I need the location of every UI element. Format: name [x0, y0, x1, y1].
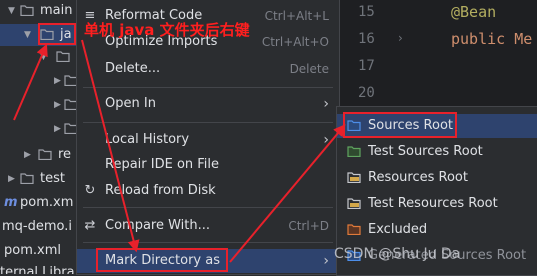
menu-separator — [83, 242, 333, 243]
menu-item-delete[interactable]: Delete... Delete — [77, 57, 339, 81]
highlight-box-java-folder — [38, 23, 76, 45]
fold-icon[interactable]: › — [398, 31, 403, 45]
chevron-right-icon: › — [323, 96, 329, 112]
tree-row-label: ternal Libra — [0, 265, 75, 274]
tree-row-label: main — [40, 3, 73, 18]
tree-row-pom[interactable]: pom.xml — [0, 240, 78, 262]
tree-row[interactable]: ▶ — [0, 118, 78, 140]
submenu-item-label: Test Sources Root — [368, 144, 483, 159]
folder-icon — [20, 5, 34, 16]
code-line: @Bean — [451, 3, 497, 21]
chevron-right-icon[interactable]: ▶ — [54, 70, 64, 92]
tree-row[interactable]: ▶ — [0, 94, 78, 116]
submenu-item-test-resources-root[interactable]: Test Resources Root — [337, 192, 537, 216]
tree-row-label: pom.xml — [4, 243, 61, 258]
menu-separator — [83, 207, 333, 208]
code-line: public Me — [451, 30, 533, 48]
submenu-item-label: Excluded — [368, 222, 428, 237]
excluded-folder-icon — [347, 224, 361, 235]
highlight-box-mark-directory — [96, 248, 228, 272]
menu-item-label: Delete... — [105, 61, 161, 76]
chevron-right-icon[interactable]: ▶ — [54, 118, 64, 140]
menu-separator — [83, 87, 333, 88]
chevron-down-icon[interactable]: ▼ — [24, 24, 34, 46]
folder-icon — [38, 149, 52, 160]
menu-item-reload-from-disk[interactable]: ↻ Reload from Disk — [77, 179, 339, 203]
menu-item-shortcut: Ctrl+Alt+O — [261, 35, 329, 49]
line-number: 15 — [358, 4, 375, 20]
line-number: 16 — [358, 31, 375, 47]
resources-folder-icon — [347, 172, 361, 183]
tree-row-resources[interactable]: ▶ re — [0, 144, 78, 166]
submenu-item-excluded[interactable]: Excluded — [337, 218, 537, 242]
tree-row-iml[interactable]: mq-demo.i — [0, 216, 78, 238]
submenu-item-test-sources-root[interactable]: Test Sources Root — [337, 140, 537, 164]
menu-item-shortcut: Ctrl+D — [288, 219, 329, 233]
annotation-text: 单机 java 文件夹后右键 — [84, 21, 250, 39]
menu-item-repair-ide-on-file[interactable]: Repair IDE on File — [77, 153, 339, 177]
chevron-right-icon[interactable]: ▶ — [54, 94, 64, 116]
watermark: CSDN @Shu Ju Da — [334, 246, 461, 262]
submenu-item-label: Test Resources Root — [368, 196, 498, 211]
menu-item-label: Compare With... — [105, 218, 211, 233]
tree-row-external-libraries[interactable]: ternal Libra — [0, 262, 78, 274]
chevron-right-icon[interactable]: ▶ — [8, 168, 18, 190]
tree-row-pom-module[interactable]: m pom.xm — [0, 192, 78, 214]
chevron-down-icon[interactable]: ▼ — [40, 46, 50, 68]
context-menu: ≡ Reformat Code Ctrl+Alt+L Optimize Impo… — [76, 0, 340, 275]
menu-item-local-history[interactable]: Local History › — [77, 128, 339, 152]
test-resources-folder-icon — [347, 198, 361, 209]
line-number: 17 — [358, 58, 375, 74]
compare-icon: ⇄ — [84, 218, 96, 233]
menu-item-shortcut: Ctrl+Alt+L — [264, 9, 329, 23]
folder-icon — [56, 51, 70, 62]
menu-item-label: Reload from Disk — [105, 183, 216, 198]
line-number: 20 — [358, 85, 375, 101]
submenu-item-resources-root[interactable]: Resources Root — [337, 166, 537, 190]
menu-item-open-in[interactable]: Open In › — [77, 92, 339, 116]
submenu-item-label: Resources Root — [368, 170, 468, 185]
test-sources-folder-icon — [347, 146, 361, 157]
chevron-right-icon: › — [323, 253, 329, 269]
menu-item-label: Local History — [105, 132, 190, 147]
menu-item-label: Open In — [105, 96, 156, 111]
tree-row[interactable]: ▼ — [0, 46, 78, 68]
tree-row-label: re — [58, 147, 72, 162]
menu-item-label: Repair IDE on File — [105, 157, 220, 172]
tree-row-label: pom.xm — [20, 195, 74, 210]
folder-icon — [20, 173, 34, 184]
menu-item-shortcut: Delete — [289, 62, 329, 76]
chevron-right-icon[interactable]: ▶ — [24, 144, 34, 166]
chevron-down-icon[interactable]: ▼ — [8, 0, 18, 22]
tree-row-label: test — [40, 171, 65, 186]
chevron-right-icon: › — [323, 132, 329, 148]
tree-row-test[interactable]: ▶ test — [0, 168, 78, 190]
tree-row-main[interactable]: ▼ main — [0, 0, 78, 22]
highlight-box-sources-root — [343, 112, 457, 138]
maven-icon: m — [4, 195, 18, 210]
tree-row[interactable]: ▶ — [0, 70, 78, 92]
tree-row-label: mq-demo.i — [2, 219, 72, 234]
menu-separator — [83, 122, 333, 123]
menu-item-compare-with[interactable]: ⇄ Compare With... Ctrl+D — [77, 214, 339, 238]
reload-icon: ↻ — [84, 183, 96, 198]
